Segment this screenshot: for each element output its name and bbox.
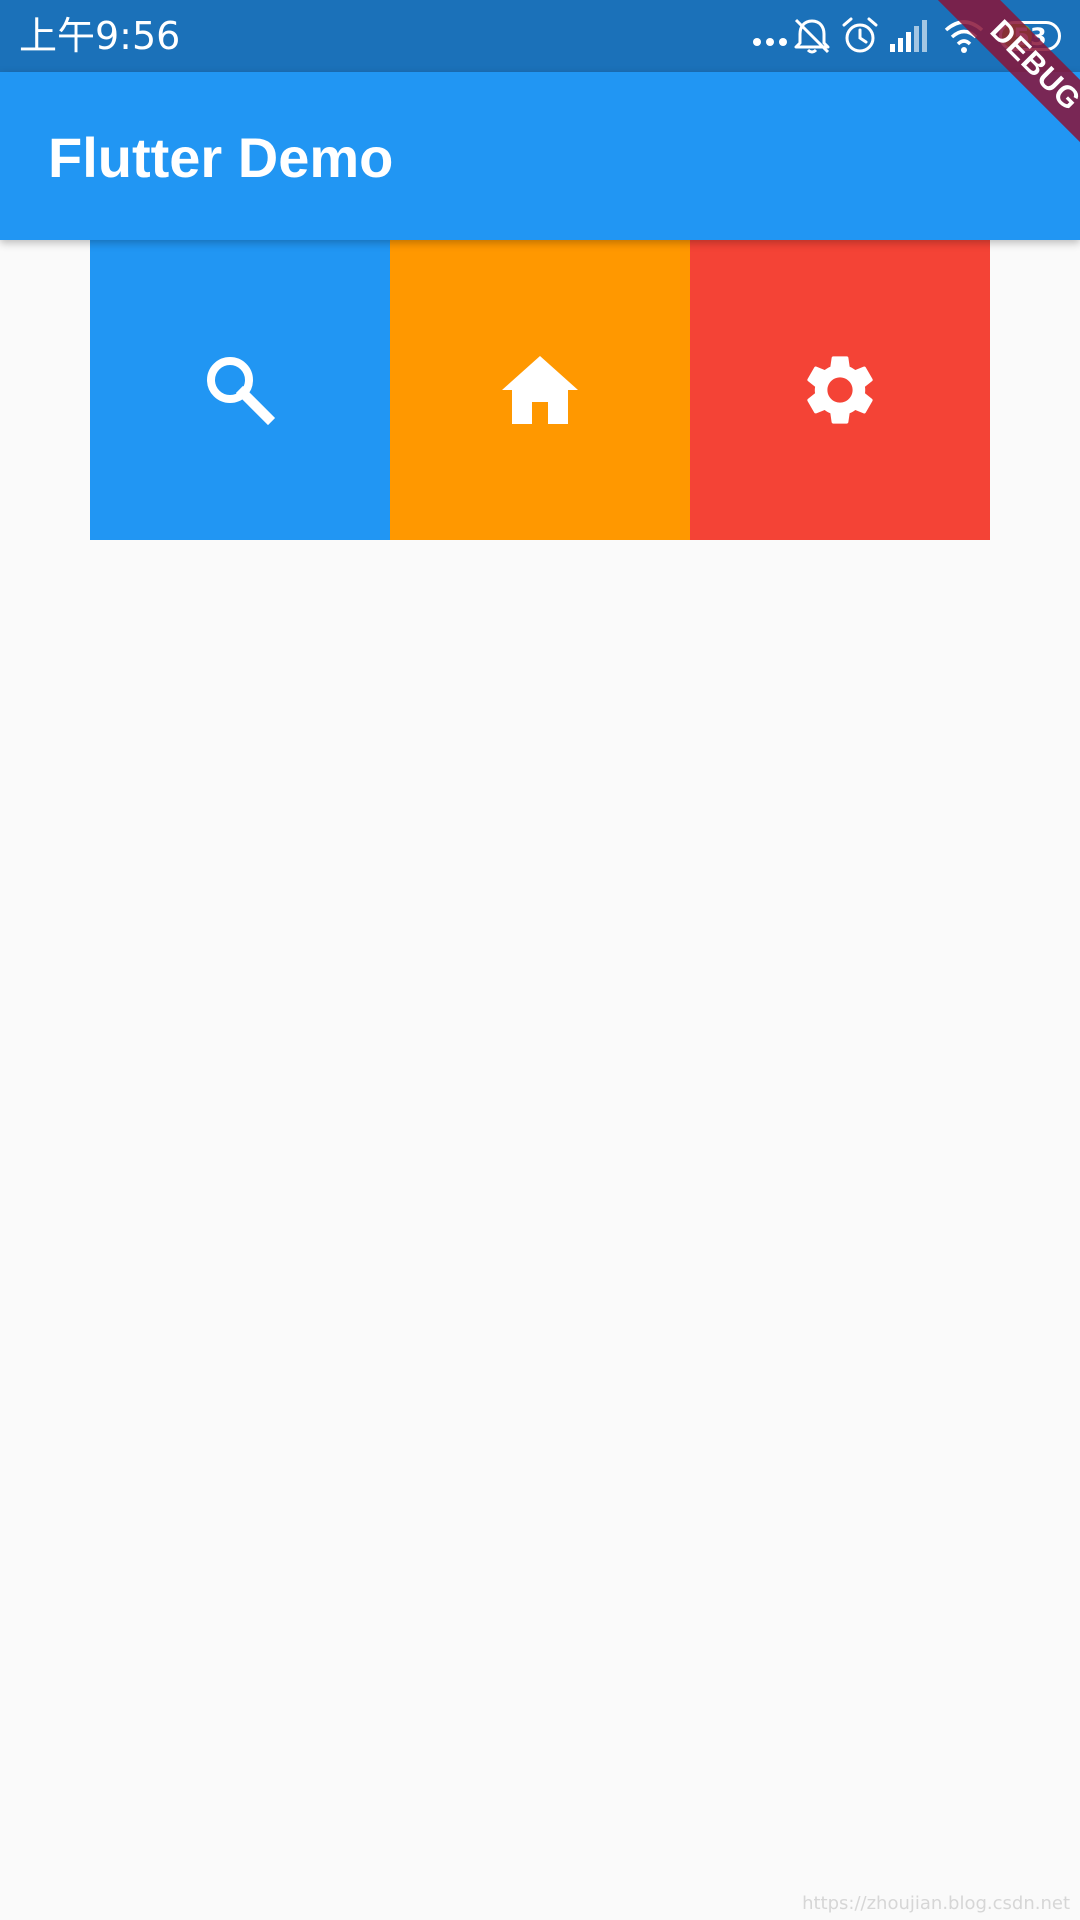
icon-tile-row	[90, 240, 990, 540]
signal-icon	[886, 16, 930, 56]
alarm-icon	[838, 16, 882, 56]
search-icon	[198, 348, 282, 432]
home-icon	[498, 348, 582, 432]
status-time: 上午9:56	[19, 14, 181, 58]
settings-tile[interactable]	[690, 240, 990, 540]
status-bar: 上午9:56	[0, 0, 1080, 72]
search-tile[interactable]	[90, 240, 390, 540]
settings-icon	[798, 348, 882, 432]
more-dots-icon	[748, 16, 792, 56]
home-tile[interactable]	[390, 240, 690, 540]
watermark: https://zhoujian.blog.csdn.net	[802, 1893, 1070, 1914]
notifications-off-icon	[790, 16, 834, 56]
page-title: Flutter Demo	[48, 126, 394, 189]
app-bar: Flutter Demo	[0, 72, 1080, 240]
